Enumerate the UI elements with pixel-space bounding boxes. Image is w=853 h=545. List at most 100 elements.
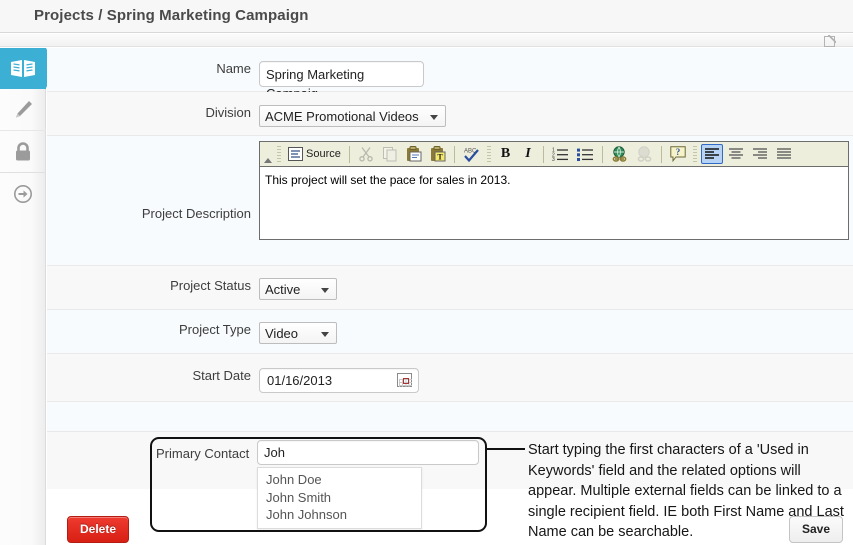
- type-label: Project Type: [178, 322, 251, 337]
- save-button[interactable]: Save: [789, 516, 844, 543]
- form-row-division: Division ACME Promotional Videos: [47, 92, 853, 136]
- help-button[interactable]: ?: [667, 144, 689, 164]
- status-field-wrap: Active: [259, 278, 853, 300]
- unlink-icon: [637, 146, 652, 162]
- bold-button-label: B: [500, 146, 511, 161]
- toolbar-grip[interactable]: [277, 145, 281, 163]
- editor-toolbar: Source T ABC B I 1 2 3 ?: [260, 142, 848, 167]
- callout-leader-line: [487, 448, 525, 450]
- toolbar-separator: [453, 145, 455, 163]
- justify-button[interactable]: [773, 144, 795, 164]
- type-select-value: Video: [265, 326, 299, 341]
- justify-icon: [776, 148, 791, 159]
- type-field-wrap: Video: [259, 322, 853, 344]
- chevron-down-icon: [321, 288, 329, 293]
- paste-text-icon: T: [430, 146, 446, 162]
- lock-icon: [16, 141, 30, 160]
- primary-contact-input[interactable]: Joh: [257, 440, 479, 465]
- rich-text-editor: Source T ABC B I 1 2 3 ? This project wi…: [259, 141, 849, 240]
- cut-icon: [359, 147, 373, 162]
- copy-button[interactable]: [379, 144, 401, 164]
- numbered-list-button[interactable]: 123: [549, 144, 572, 164]
- source-button-label: Source: [306, 148, 341, 160]
- start-date-label: Start Date: [192, 368, 251, 383]
- cut-button[interactable]: [355, 144, 377, 164]
- svg-text:T: T: [437, 153, 443, 162]
- form-row-name: Name Spring Marketing Campaig: [47, 48, 853, 101]
- primary-contact-label: Primary Contact: [156, 446, 250, 461]
- italic-button[interactable]: I: [518, 144, 537, 164]
- delete-button[interactable]: Delete: [67, 516, 130, 543]
- paste-text-button[interactable]: T: [427, 144, 449, 164]
- form-row-description: Project Description Source T ABC B I 1 2…: [47, 136, 853, 266]
- sidebar-item-details[interactable]: [0, 48, 57, 89]
- breadcrumb[interactable]: Projects / Spring Marketing Campaign: [34, 7, 309, 24]
- help-icon: ?: [669, 146, 686, 162]
- name-field-wrap: Spring Marketing Campaig: [259, 61, 853, 101]
- toolbar-separator: [660, 145, 662, 163]
- align-center-icon: [728, 148, 743, 159]
- description-field-wrap: Source T ABC B I 1 2 3 ? This project wi…: [259, 136, 853, 240]
- form-row-start-date: Start Date 01/16/2013: [47, 354, 853, 402]
- numbered-list-icon: 123: [552, 147, 568, 162]
- name-label: Name: [216, 61, 251, 76]
- list-item[interactable]: John Smith: [258, 489, 421, 507]
- type-select[interactable]: Video: [259, 322, 337, 344]
- start-date-input[interactable]: 01/16/2013: [259, 368, 419, 393]
- sidebar: [0, 48, 57, 545]
- arrow-right-circle-icon: [14, 184, 32, 203]
- bold-button[interactable]: B: [495, 144, 516, 164]
- list-item[interactable]: John Johnson: [258, 506, 421, 524]
- toolbar-grip[interactable]: [692, 145, 697, 163]
- italic-button-label: I: [525, 146, 531, 161]
- bulleted-list-icon: [576, 148, 593, 161]
- description-label: Project Description: [141, 206, 251, 221]
- sidebar-item-next[interactable]: [0, 173, 46, 214]
- toolbar-separator: [601, 145, 603, 163]
- start-date-value: 01/16/2013: [267, 373, 333, 388]
- toolbar-separator: [542, 145, 544, 163]
- name-input[interactable]: Spring Marketing Campaig: [259, 61, 424, 101]
- bulleted-list-button[interactable]: [574, 144, 597, 164]
- sidebar-item-edit[interactable]: [0, 89, 46, 131]
- status-select[interactable]: Active: [259, 278, 337, 300]
- list-item[interactable]: John Doe: [258, 471, 421, 489]
- link-icon: [612, 146, 627, 162]
- paste-button[interactable]: [403, 144, 425, 164]
- breadcrumb-bar: Projects / Spring Marketing Campaign: [0, 0, 853, 33]
- link-button[interactable]: [608, 144, 631, 164]
- toolbar-grip[interactable]: [486, 145, 491, 163]
- source-button[interactable]: Source: [285, 144, 344, 164]
- division-label: Division: [205, 105, 251, 120]
- svg-text:3: 3: [552, 157, 555, 162]
- chevron-down-icon: [429, 115, 438, 120]
- primary-contact-suggestions[interactable]: John Doe John Smith John Johnson: [257, 467, 422, 529]
- app-root: Projects / Spring Marketing Campaign Nam…: [0, 0, 853, 545]
- align-center-button[interactable]: [725, 144, 747, 164]
- calendar-icon[interactable]: [397, 373, 412, 387]
- division-field-wrap: ACME Promotional Videos: [259, 105, 853, 127]
- division-select[interactable]: ACME Promotional Videos: [259, 105, 446, 127]
- status-label: Project Status: [170, 278, 251, 293]
- spellcheck-button[interactable]: ABC: [460, 144, 483, 164]
- unlink-button[interactable]: [633, 144, 656, 164]
- svg-text:?: ?: [675, 147, 680, 157]
- status-select-value: Active: [265, 282, 301, 297]
- sidebar-item-permissions[interactable]: [0, 131, 46, 173]
- align-right-icon: [752, 148, 767, 159]
- form-row-status: Project Status Active: [47, 266, 853, 310]
- edit-square-icon[interactable]: [824, 35, 836, 47]
- source-icon: [288, 147, 303, 161]
- paste-icon: [406, 146, 422, 162]
- spellcheck-icon: ABC: [464, 149, 479, 162]
- toolbar-separator: [348, 145, 350, 163]
- align-left-button[interactable]: [700, 144, 723, 164]
- align-right-button[interactable]: [749, 144, 771, 164]
- align-left-icon: [704, 148, 719, 159]
- book-icon: [11, 59, 35, 77]
- start-date-field-wrap: 01/16/2013: [259, 368, 853, 396]
- editor-content[interactable]: This project will set the pace for sales…: [260, 167, 848, 239]
- toolbar-collapse-icon[interactable]: [262, 142, 274, 167]
- form-row-type: Project Type Video: [47, 310, 853, 354]
- pencil-icon: [16, 100, 32, 117]
